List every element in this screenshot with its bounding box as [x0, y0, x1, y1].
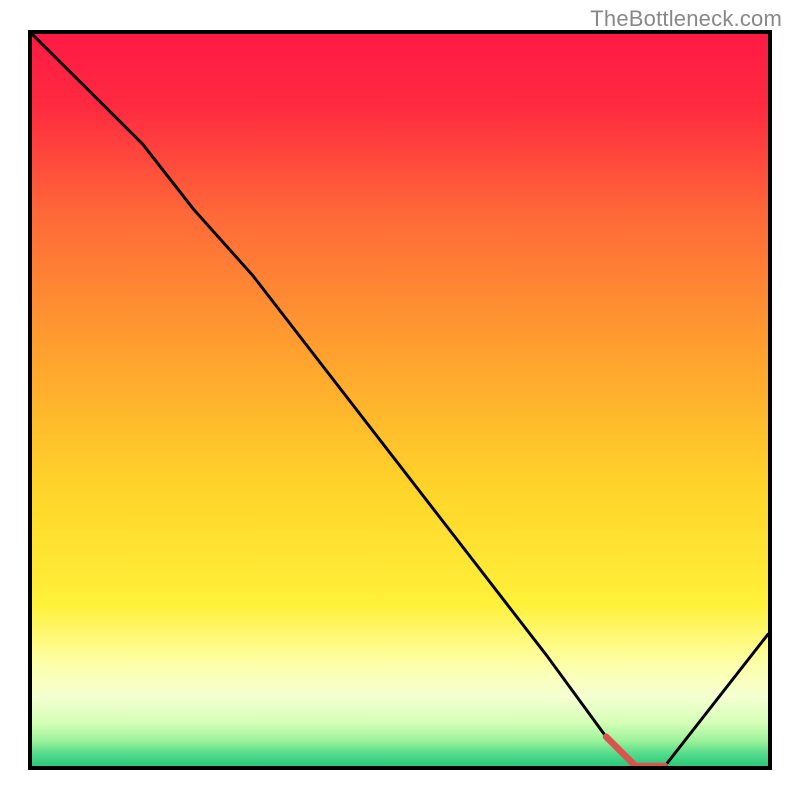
- chart-frame: [28, 30, 772, 770]
- chart-plot-area: [32, 34, 768, 766]
- chart-curve: [32, 34, 768, 766]
- chart-line-layer: [32, 34, 768, 766]
- attribution-label: TheBottleneck.com: [590, 6, 782, 32]
- chart-highlight-segment: [606, 737, 665, 766]
